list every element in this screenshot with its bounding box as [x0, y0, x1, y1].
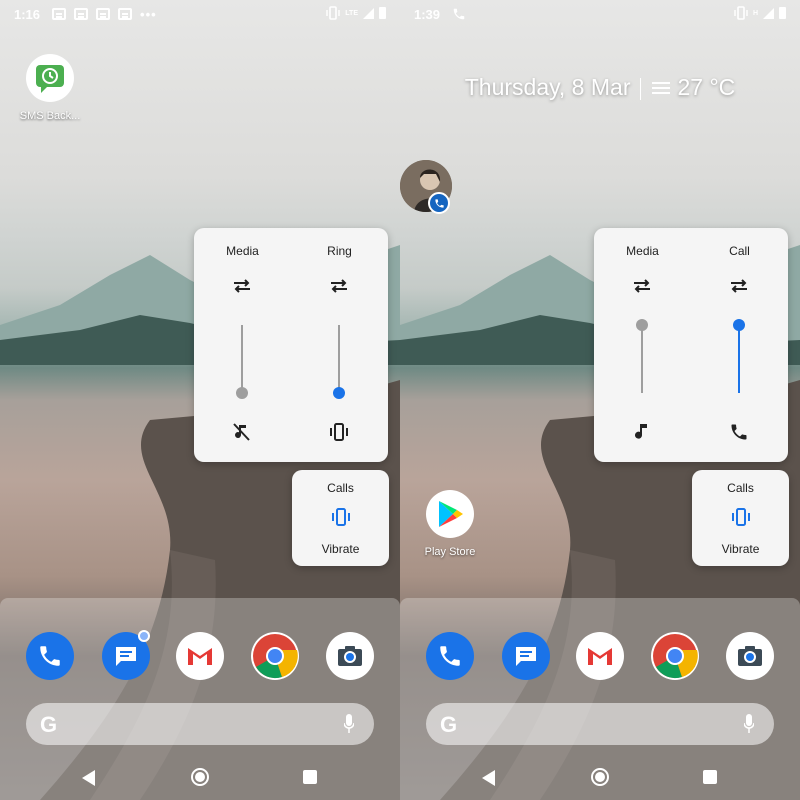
- play-store-icon: [426, 490, 474, 538]
- status-time: 1:16: [14, 6, 41, 22]
- volume-slider-knob[interactable]: [733, 319, 745, 331]
- date-weather-widget[interactable]: Thursday, 8 Mar 27 °C: [400, 74, 800, 101]
- calls-mode-label: Vibrate: [321, 542, 360, 556]
- volume-column-call: Call: [691, 228, 788, 462]
- app-label: SMS Back...: [19, 110, 81, 122]
- date-text: Thursday, 8 Mar: [464, 74, 631, 100]
- network-type: LTE: [345, 9, 358, 17]
- notification-icon: [52, 8, 67, 20]
- google-search-bar[interactable]: G: [26, 703, 374, 745]
- gmail-app-icon[interactable]: [576, 632, 624, 680]
- vibrate-icon[interactable]: [328, 422, 350, 442]
- volume-panel: Media Call: [594, 228, 788, 462]
- status-bar: 1:16 ••• LTE: [0, 0, 400, 28]
- volume-slider-track[interactable]: [338, 325, 340, 393]
- output-switch-icon[interactable]: [632, 278, 652, 294]
- system-icons: H: [734, 6, 786, 20]
- volume-slider-track[interactable]: [241, 325, 243, 393]
- phone-app-icon[interactable]: [26, 632, 74, 680]
- google-search-bar[interactable]: G: [426, 703, 774, 745]
- app-label: Play Store: [424, 546, 476, 558]
- temperature-text: 27 °C: [677, 74, 736, 100]
- more-notifications-icon: •••: [140, 6, 157, 22]
- volume-title: Call: [729, 244, 750, 258]
- right-screenshot: 1:39 H Thursday, 8 Mar 27 °C Media Call: [400, 0, 800, 800]
- volume-slider-track[interactable]: [641, 325, 643, 393]
- camera-app-icon[interactable]: [326, 632, 374, 680]
- signal-icon: [763, 7, 774, 19]
- status-time: 1:39: [414, 6, 441, 22]
- home-button[interactable]: [591, 768, 609, 786]
- vibrate-icon: [731, 508, 750, 526]
- google-logo: G: [440, 712, 458, 737]
- volume-column-media: Media: [194, 228, 291, 462]
- notification-icon: [96, 8, 111, 20]
- volume-slider-knob[interactable]: [333, 387, 345, 399]
- calls-mode-panel[interactable]: Calls Vibrate: [692, 470, 789, 566]
- notification-icon: [74, 8, 89, 20]
- system-icons: LTE: [326, 6, 386, 20]
- navigation-bar: [0, 758, 400, 800]
- sms-backup-icon: [26, 54, 74, 102]
- app-play-store[interactable]: Play Store: [410, 490, 490, 558]
- notification-icons: •••: [52, 7, 157, 22]
- phone-icon[interactable]: [728, 422, 750, 442]
- mic-icon[interactable]: [744, 714, 754, 734]
- volume-column-ring: Ring: [291, 228, 388, 462]
- volume-title: Media: [226, 244, 259, 258]
- volume-slider-knob[interactable]: [636, 319, 648, 331]
- phone-status-icon: [453, 8, 465, 20]
- phone-badge-icon: [428, 192, 450, 214]
- app-sms-backup[interactable]: SMS Back...: [10, 54, 90, 122]
- mic-icon[interactable]: [344, 714, 354, 734]
- vibrate-icon: [331, 508, 350, 526]
- camera-app-icon[interactable]: [726, 632, 774, 680]
- music-note-icon[interactable]: [631, 422, 653, 442]
- back-button[interactable]: [82, 770, 95, 786]
- output-switch-icon[interactable]: [329, 278, 349, 294]
- vibrate-status-icon: [326, 6, 340, 20]
- back-button[interactable]: [482, 770, 495, 786]
- network-type: H: [752, 9, 758, 17]
- recents-button[interactable]: [303, 770, 317, 784]
- volume-column-media: Media: [594, 228, 691, 462]
- volume-title: Ring: [327, 244, 352, 258]
- chrome-app-icon[interactable]: [651, 632, 699, 680]
- status-bar: 1:39 H: [400, 0, 800, 28]
- phone-app-icon[interactable]: [426, 632, 474, 680]
- volume-slider-knob[interactable]: [236, 387, 248, 399]
- signal-icon: [363, 7, 374, 19]
- home-button[interactable]: [191, 768, 209, 786]
- notification-icon: [118, 8, 133, 20]
- battery-icon: [379, 7, 386, 19]
- gmail-app-icon[interactable]: [176, 632, 224, 680]
- battery-icon: [779, 7, 786, 19]
- google-logo: G: [40, 712, 58, 737]
- chrome-app-icon[interactable]: [251, 632, 299, 680]
- recents-button[interactable]: [703, 770, 717, 784]
- navigation-bar: [400, 758, 800, 800]
- haze-icon: [652, 82, 671, 94]
- music-off-icon[interactable]: [231, 422, 253, 442]
- notification-dot: [138, 630, 150, 642]
- messages-app-icon[interactable]: [502, 632, 550, 680]
- calls-mode-label: Vibrate: [721, 542, 760, 556]
- left-screenshot: 1:16 ••• LTE SMS Back... Media Ring Call…: [0, 0, 400, 800]
- volume-panel: Media Ring: [194, 228, 388, 462]
- vibrate-status-icon: [734, 6, 748, 20]
- calls-mode-panel[interactable]: Calls Vibrate: [292, 470, 389, 566]
- output-switch-icon[interactable]: [232, 278, 252, 294]
- calls-title: Calls: [727, 481, 754, 495]
- calls-title: Calls: [327, 481, 354, 495]
- volume-title: Media: [626, 244, 659, 258]
- output-switch-icon[interactable]: [729, 278, 749, 294]
- volume-slider-fill: [738, 325, 740, 393]
- divider: [640, 77, 642, 100]
